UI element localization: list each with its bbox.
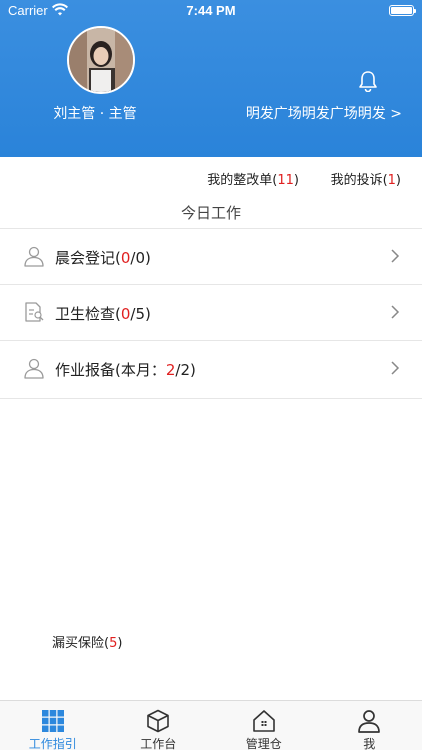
my-complaints-link[interactable]: 我的投诉(1) [331,169,401,188]
morning-meeting-label: 晨会登记(0/0) [55,247,151,268]
work-report-row[interactable]: 作业报备(本月：2/2) [0,341,422,399]
rectification-count: 11 [277,173,294,188]
location-selector[interactable]: 明发广场明发广场明发 > [246,103,402,123]
clipboard-icon [22,300,46,324]
profile-header: Carrier 7:44 PM 刘主管 · 主管 明发广场明发广场明发 > [0,0,422,157]
tab-management[interactable]: 管理仓 [211,701,317,751]
chevron-right-icon [390,305,400,319]
battery-icon [389,5,414,16]
chevron-right-icon [390,361,400,375]
tab-label: 工作台 [106,735,212,752]
bell-icon[interactable] [357,70,379,92]
avatar[interactable] [67,26,135,94]
missed-insurance-link[interactable]: 漏买保险(5) [52,632,122,651]
user-icon [22,244,46,268]
tab-workbench[interactable]: 工作台 [106,701,212,751]
user-name: 刘主管 · 主管 [0,103,190,123]
complaint-count: 1 [388,173,396,188]
work-report-label: 作业报备(本月：2/2) [55,359,196,380]
grid-icon [41,709,65,733]
hygiene-check-row[interactable]: 卫生检查(0/5) [0,285,422,341]
quick-links: 我的整改单(11) 我的投诉(1) [0,165,422,191]
tab-me[interactable]: 我 [317,701,422,751]
tab-label: 工作指引 [0,735,106,752]
house-icon [252,709,276,733]
my-rectification-link[interactable]: 我的整改单(11) [207,169,299,188]
user-icon [22,356,46,380]
tab-label: 我 [317,735,422,752]
person-icon [357,709,381,733]
today-work-title: 今日工作 [0,202,422,223]
tab-bar: 工作指引 工作台 管理仓 我 [0,700,422,750]
chevron-right-icon [390,249,400,263]
tab-label: 管理仓 [211,735,317,752]
box-icon [146,709,170,733]
tab-work-guide[interactable]: 工作指引 [0,701,106,751]
morning-meeting-row[interactable]: 晨会登记(0/0) [0,229,422,285]
status-bar: Carrier 7:44 PM [0,0,422,22]
hygiene-check-label: 卫生检查(0/5) [55,303,151,324]
avatar-photo [69,28,133,92]
status-time: 7:44 PM [0,3,422,18]
